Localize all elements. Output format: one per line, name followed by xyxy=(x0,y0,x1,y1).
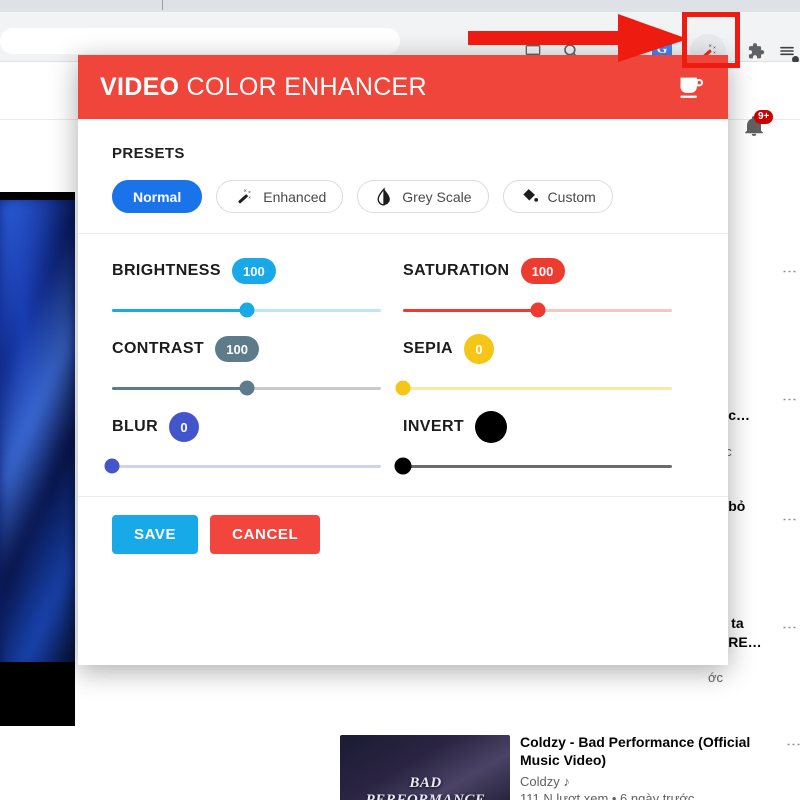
slider-value-badge: 100 xyxy=(215,336,260,362)
browser-tab[interactable] xyxy=(0,0,390,12)
thumbnail-caption: BAD PERFORMANCE xyxy=(365,775,486,800)
slider-fill xyxy=(112,308,247,312)
popup-title: VIDEO COLOR ENHANCER xyxy=(100,73,427,102)
slider-value-badge: 100 xyxy=(520,258,565,284)
video-color-enhancer-popup: VIDEO COLOR ENHANCER PRESETS Normal × × … xyxy=(78,55,728,665)
svg-text:×: × xyxy=(249,195,252,200)
presets-row: Normal × × × Enhanced Grey Scale Custom xyxy=(112,180,694,213)
more-options-icon[interactable]: ⋮ xyxy=(785,737,800,752)
more-options-icon[interactable]: ⋮ xyxy=(781,264,798,279)
clipped-sub-4: ớc xyxy=(708,670,724,685)
preset-custom[interactable]: Custom xyxy=(502,180,613,213)
more-options-icon[interactable]: ⋮ xyxy=(781,512,798,527)
notification-badge: 9+ xyxy=(754,110,774,124)
coffee-cup-icon[interactable] xyxy=(676,73,706,106)
slider-track[interactable] xyxy=(395,380,672,396)
magic-wand-icon: × × × xyxy=(233,187,255,207)
paint-bucket-icon xyxy=(520,187,540,207)
address-bar[interactable] xyxy=(0,28,400,54)
video-stats: 111 N lượt xem • 6 ngày trước xyxy=(520,791,695,800)
sliders-section: BRIGHTNESS 100 SATURATION 100 CONTRAST 1… xyxy=(78,234,728,496)
video-letterbox-bottom xyxy=(0,662,75,726)
more-options-icon[interactable]: ⋮ xyxy=(781,392,798,407)
slider-label: SATURATION xyxy=(403,262,510,279)
video-thumbnail[interactable]: BAD PERFORMANCE 4:14 xyxy=(340,735,510,800)
popup-title-light: COLOR ENHANCER xyxy=(179,72,427,101)
slider-track[interactable] xyxy=(104,458,381,474)
preset-label: Normal xyxy=(133,188,182,205)
preset-enhanced[interactable]: × × × Enhanced xyxy=(216,180,344,213)
slider-value-badge: 0 xyxy=(169,412,200,442)
slider-thumb[interactable] xyxy=(530,302,545,318)
slider-label: INVERT xyxy=(403,418,465,435)
slider-invert: INVERT xyxy=(394,410,694,488)
slider-sepia: SEPIA 0 xyxy=(395,332,694,410)
slider-label: CONTRAST xyxy=(112,340,205,357)
annotation-highlight-box xyxy=(682,12,740,68)
slider-track[interactable] xyxy=(112,302,381,318)
slider-value-badge: 0 xyxy=(464,334,495,364)
slider-label: SEPIA xyxy=(403,340,454,357)
browser-chrome xyxy=(0,0,800,12)
preset-grey-scale[interactable]: Grey Scale xyxy=(357,180,489,213)
slider-contrast: CONTRAST 100 xyxy=(112,332,403,410)
slider-fill xyxy=(112,386,247,390)
channel-name[interactable]: Coldzy ♪ xyxy=(520,774,760,789)
slider-track[interactable] xyxy=(394,457,672,475)
save-button[interactable]: SAVE xyxy=(112,515,199,554)
slider-thumb[interactable] xyxy=(394,457,412,475)
slider-row: CONTRAST 100 SEPIA 0 xyxy=(112,332,694,410)
slider-fill xyxy=(403,308,538,312)
slider-brightness: BRIGHTNESS 100 xyxy=(112,254,403,332)
list-item[interactable]: BAD PERFORMANCE 4:14 Coldzy - Bad Perfor… xyxy=(330,729,800,800)
slider-thumb[interactable] xyxy=(239,302,254,318)
popup-footer: SAVE CANCEL xyxy=(78,496,728,576)
svg-text:×: × xyxy=(248,189,251,194)
contrast-droplet-icon xyxy=(374,186,394,207)
preset-label: Enhanced xyxy=(263,188,327,205)
preset-label: Custom xyxy=(547,188,596,205)
slider-blur: BLUR 0 xyxy=(104,410,403,488)
preset-label: Grey Scale xyxy=(402,188,472,205)
slider-thumb[interactable] xyxy=(395,380,411,396)
presets-label: PRESETS xyxy=(112,145,185,162)
slider-thumb[interactable] xyxy=(239,380,254,396)
popup-header: VIDEO COLOR ENHANCER xyxy=(78,55,728,119)
slider-value-badge: 100 xyxy=(231,258,276,284)
slider-saturation: SATURATION 100 xyxy=(403,254,694,332)
slider-label: BLUR xyxy=(112,418,159,435)
slider-row: BRIGHTNESS 100 SATURATION 100 xyxy=(112,254,694,332)
slider-track[interactable] xyxy=(112,380,381,396)
preset-normal[interactable]: Normal xyxy=(112,180,203,213)
tab-divider xyxy=(162,0,163,10)
video-title[interactable]: Coldzy - Bad Performance (Official Music… xyxy=(520,733,760,769)
svg-text:×: × xyxy=(244,188,247,194)
video-player[interactable] xyxy=(0,200,75,670)
slider-value-badge xyxy=(475,411,508,443)
cancel-button[interactable]: CANCEL xyxy=(210,515,321,554)
popup-body: PRESETS Normal × × × Enhanced Grey Scale… xyxy=(78,119,728,576)
slider-row: BLUR 0 INVERT xyxy=(104,410,694,488)
popup-title-bold: VIDEO xyxy=(100,72,180,101)
slider-thumb[interactable] xyxy=(104,458,120,474)
slider-track[interactable] xyxy=(403,302,672,318)
more-options-icon[interactable]: ⋮ xyxy=(781,620,798,635)
presets-section: PRESETS Normal × × × Enhanced Grey Scale… xyxy=(78,119,728,234)
slider-label: BRIGHTNESS xyxy=(112,262,221,279)
